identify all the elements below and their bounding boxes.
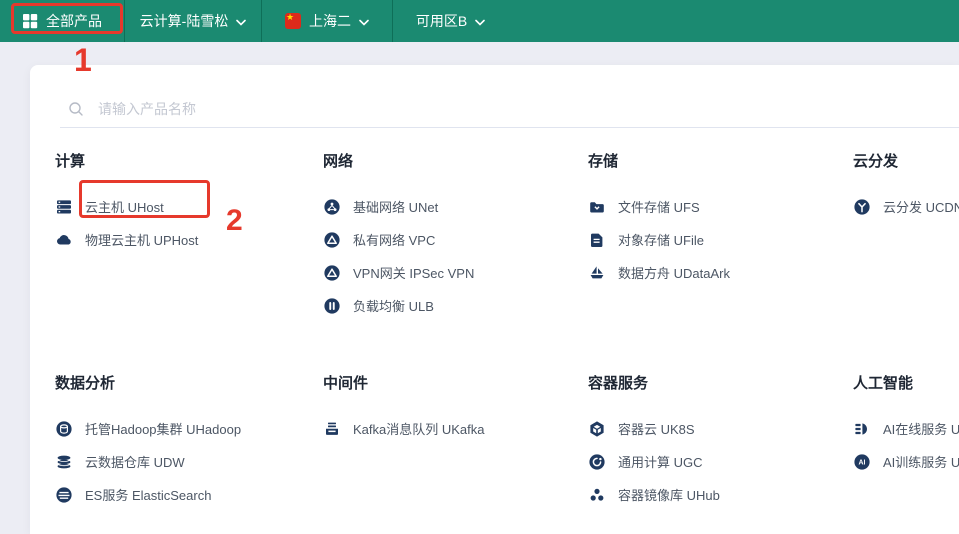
chevron-down-icon (475, 19, 485, 26)
product-item-label: 物理云主机 UPHost (85, 230, 198, 249)
product-item-uai-train[interactable]: AI AI训练服务 UAI (853, 445, 959, 478)
grid-icon (22, 13, 38, 29)
product-item-vpc[interactable]: 私有网络 VPC (323, 223, 581, 256)
product-item-label: 对象存储 UFile (618, 230, 704, 249)
category-title: 容器服务 (588, 375, 846, 392)
message-queue-icon (323, 420, 341, 438)
product-item-label: 托管Hadoop集群 UHadoop (85, 419, 241, 438)
product-item-label: 云分发 UCDN (883, 197, 959, 216)
china-flag-icon: ★ (285, 13, 301, 29)
chevron-down-icon (359, 19, 369, 26)
product-item-label: VPN网关 IPSec VPN (353, 263, 474, 282)
product-item-label: ES服务 ElasticSearch (85, 485, 211, 504)
product-item-ufs[interactable]: 文件存储 UFS (588, 190, 846, 223)
category-storage: 存储 文件存储 UFS 对象存储 UFile 数据方舟 UDataArk (588, 153, 846, 289)
product-item-ulb[interactable]: 负载均衡 ULB (323, 289, 581, 322)
category-title: 中间件 (323, 375, 581, 392)
product-item-ufile[interactable]: 对象存储 UFile (588, 223, 846, 256)
product-item-label: 负载均衡 ULB (353, 296, 434, 315)
annotation-number-2: 2 (226, 206, 243, 236)
product-item-uk8s[interactable]: 容器云 UK8S (588, 412, 846, 445)
search-input[interactable] (96, 100, 959, 118)
category-cdn: 云分发 云分发 UCDN (853, 153, 959, 223)
product-item-uhub[interactable]: 容器镜像库 UHub (588, 478, 846, 511)
region-selector[interactable]: ★ 上海二 (262, 0, 392, 42)
folder-icon (588, 198, 606, 216)
product-item-label: 通用计算 UGC (618, 452, 703, 471)
all-products-tab[interactable]: 全部产品 (0, 0, 124, 42)
hub-circles-icon (588, 486, 606, 504)
product-item-label: 容器云 UK8S (618, 419, 695, 438)
product-item-label: Kafka消息队列 UKafka (353, 419, 485, 438)
category-data-analysis: 数据分析 托管Hadoop集群 UHadoop 云数据仓库 UDW ES服务 E… (55, 375, 315, 511)
sailboat-icon (588, 264, 606, 282)
load-balancer-icon (323, 297, 341, 315)
product-item-label: 云主机 UHost (85, 197, 164, 216)
product-item-unet[interactable]: 基础网络 UNet (323, 190, 581, 223)
chevron-down-icon (236, 19, 246, 26)
zone-selector[interactable]: 可用区B (393, 0, 508, 42)
product-item-label: AI训练服务 UAI (883, 452, 959, 471)
ai-train-icon: AI (853, 453, 871, 471)
uhost-server-icon (55, 198, 73, 216)
database-stack-icon (55, 453, 73, 471)
account-menu[interactable]: 云计算-陆雪松 (125, 0, 261, 42)
product-item-label: 云数据仓库 UDW (85, 452, 185, 471)
product-item-uhost[interactable]: 云主机 UHost (55, 190, 315, 223)
database-circle-icon (55, 420, 73, 438)
top-navigation-bar: 全部产品 云计算-陆雪松 ★ 上海二 可用区B (0, 0, 959, 42)
product-item-ucdn[interactable]: 云分发 UCDN (853, 190, 959, 223)
category-title: 人工智能 (853, 375, 959, 392)
product-item-udataark[interactable]: 数据方舟 UDataArk (588, 256, 846, 289)
network-nodes-icon (323, 198, 341, 216)
category-title: 网络 (323, 153, 581, 170)
search-icon (68, 101, 84, 117)
product-item-uhadoop[interactable]: 托管Hadoop集群 UHadoop (55, 412, 315, 445)
category-title: 计算 (55, 153, 315, 170)
elasticsearch-icon (55, 486, 73, 504)
ai-online-icon (853, 420, 871, 438)
vpn-triangle-icon (323, 264, 341, 282)
product-item-label: 私有网络 VPC (353, 230, 435, 249)
category-ai: 人工智能 AI在线服务 UAI AI AI训练服务 UAI (853, 375, 959, 478)
category-title: 数据分析 (55, 375, 315, 392)
category-container: 容器服务 容器云 UK8S 通用计算 UGC 容器镜像库 UHub (588, 375, 846, 511)
product-item-uphost[interactable]: 物理云主机 UPHost (55, 223, 315, 256)
compute-swirl-icon (588, 453, 606, 471)
annotation-number-1: 1 (74, 44, 92, 76)
cloud-icon (55, 231, 73, 249)
account-label: 云计算-陆雪松 (140, 11, 229, 31)
category-middleware: 中间件 Kafka消息队列 UKafka (323, 375, 581, 445)
zone-label: 可用区B (416, 11, 467, 31)
svg-text:AI: AI (859, 459, 866, 466)
category-title: 云分发 (853, 153, 959, 170)
product-item-label: 文件存储 UFS (618, 197, 700, 216)
category-compute: 计算 云主机 UHost 物理云主机 UPHost (55, 153, 315, 256)
product-search-row (60, 65, 959, 128)
product-item-uai-online[interactable]: AI在线服务 UAI (853, 412, 959, 445)
vpc-triangle-icon (323, 231, 341, 249)
product-item-label: 容器镜像库 UHub (618, 485, 720, 504)
k8s-hexagon-icon (588, 420, 606, 438)
product-item-label: 数据方舟 UDataArk (618, 263, 730, 282)
product-menu-panel: 计算 云主机 UHost 物理云主机 UPHost 网络 基础网络 UNet (30, 65, 959, 534)
product-item-label: AI在线服务 UAI (883, 419, 959, 438)
cdn-branch-icon (853, 198, 871, 216)
region-label: 上海二 (309, 11, 351, 31)
product-item-udw[interactable]: 云数据仓库 UDW (55, 445, 315, 478)
category-title: 存储 (588, 153, 846, 170)
product-item-ukafka[interactable]: Kafka消息队列 UKafka (323, 412, 581, 445)
product-item-ipsec-vpn[interactable]: VPN网关 IPSec VPN (323, 256, 581, 289)
category-network: 网络 基础网络 UNet 私有网络 VPC VPN网关 IPSec VPN 负载… (323, 153, 581, 322)
product-item-ugc[interactable]: 通用计算 UGC (588, 445, 846, 478)
product-item-elasticsearch[interactable]: ES服务 ElasticSearch (55, 478, 315, 511)
product-item-label: 基础网络 UNet (353, 197, 438, 216)
file-icon (588, 231, 606, 249)
all-products-label: 全部产品 (46, 11, 102, 31)
